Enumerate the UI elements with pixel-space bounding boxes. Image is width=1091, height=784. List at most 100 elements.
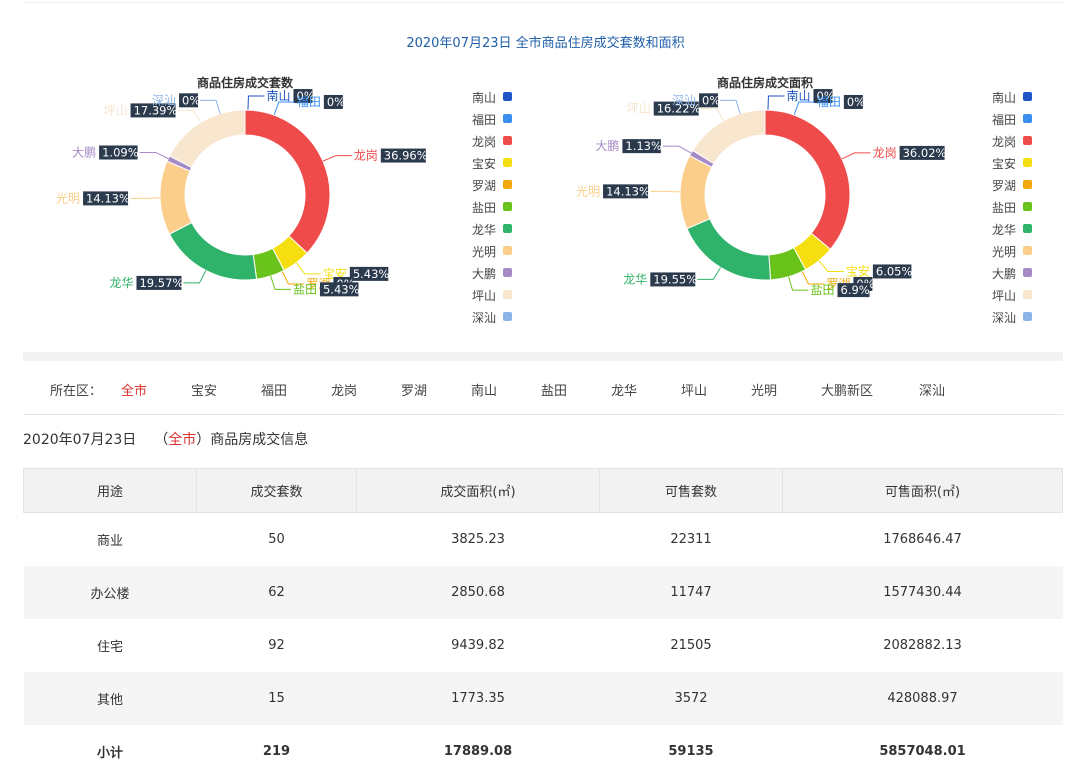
label-leader-line	[793, 101, 815, 116]
legend-pingshan-swatch[interactable]	[1023, 290, 1032, 299]
cell-deal-area: 2850.68	[356, 566, 600, 619]
legend-shenshan-label[interactable]: 深汕	[992, 311, 1016, 325]
legend-pingshan-label[interactable]: 坪山	[992, 289, 1016, 303]
legend-baoan-swatch[interactable]	[503, 158, 512, 167]
label-leader-line	[139, 151, 169, 159]
pie-slice-longgang[interactable]	[764, 109, 851, 250]
cell-available-units: 22311	[670, 532, 712, 547]
district-longgang[interactable]: 龙岗	[331, 380, 357, 399]
legend-futian-swatch[interactable]	[1023, 114, 1032, 123]
legend-pingshan-swatch[interactable]	[503, 290, 512, 299]
label-leader-line	[273, 101, 295, 116]
top-divider	[23, 2, 1063, 3]
pie-slice-guangming[interactable]	[159, 160, 193, 235]
pie-slice-pingshan[interactable]	[168, 109, 246, 169]
district-all[interactable]: 全市	[121, 380, 147, 399]
legend-yantian-swatch[interactable]	[1023, 202, 1032, 211]
chart-title: 商品住房成交套数	[197, 75, 294, 90]
legend-longhua-swatch[interactable]	[1023, 224, 1032, 233]
district-dapeng[interactable]: 大鹏新区	[821, 380, 873, 399]
legend-nanshan-swatch[interactable]	[1023, 92, 1032, 101]
pie-slice-longhua[interactable]	[168, 221, 258, 281]
slice-value-label: 6.05%	[876, 264, 913, 278]
info-title: 2020年07月23日 （全市）商品房成交信息	[23, 429, 308, 449]
legend-longgang-label[interactable]: 龙岗	[992, 135, 1016, 149]
legend-yantian-swatch[interactable]	[503, 202, 512, 211]
legend-baoan-swatch[interactable]	[1023, 158, 1032, 167]
slice-name-label: 龙岗	[354, 149, 378, 163]
label-leader-line	[177, 109, 202, 123]
legend-longhua-label[interactable]: 龙华	[472, 223, 496, 237]
legend-dapeng-label[interactable]: 大鹏	[472, 267, 496, 281]
legend-futian-swatch[interactable]	[503, 114, 512, 123]
legend-guangming-label[interactable]: 光明	[472, 245, 496, 259]
slice-value-label: 19.55%	[653, 272, 697, 286]
pie-slice-pingshan[interactable]	[691, 109, 766, 165]
legend-shenshan-swatch[interactable]	[503, 312, 512, 321]
slice-name-label: 盐田	[811, 283, 835, 297]
legend-luohu-label[interactable]: 罗湖	[472, 178, 496, 193]
legend-nanshan-label[interactable]: 南山	[992, 90, 1016, 105]
district-longhua[interactable]: 龙华	[611, 380, 637, 399]
legend-pingshan-label[interactable]: 坪山	[472, 289, 496, 303]
pie-slice-longhua[interactable]	[686, 218, 772, 281]
legend-dapeng-label[interactable]: 大鹏	[992, 267, 1016, 281]
slice-name-label: 坪山	[627, 102, 651, 116]
cell-deal-area: 3825.23	[451, 532, 505, 547]
transaction-table: 用途 成交套数 成交面积(㎡) 可售套数 可售面积(㎡) 商业 50 3825.…	[23, 468, 1063, 778]
legend-shenshan-label[interactable]: 深汕	[472, 311, 496, 325]
legend-baoan-label[interactable]: 宝安	[472, 156, 496, 171]
legend-nanshan-swatch[interactable]	[503, 92, 512, 101]
chart-panel-count: 商品住房成交套数南山0%福田0%龙岗36.96%宝安5.43%罗湖0%盐田5.4…	[20, 68, 540, 348]
district-yantian[interactable]: 盐田	[541, 380, 567, 399]
legend-longgang-swatch[interactable]	[503, 136, 512, 145]
legend-longhua-swatch[interactable]	[503, 224, 512, 233]
label-leader-line	[818, 260, 844, 272]
slice-value-label: 14.13%	[86, 191, 130, 205]
district-filter-label: 所在区：	[50, 384, 103, 399]
slice-name-label: 福田	[817, 94, 841, 109]
cell-usage: 住宅	[96, 640, 123, 655]
slice-name-label: 坪山	[104, 103, 128, 117]
district-futian[interactable]: 福田	[261, 380, 287, 399]
pie-slice-guangming[interactable]	[679, 155, 713, 230]
total-usage: 小计	[96, 746, 123, 761]
label-leader-line	[322, 155, 352, 162]
district-nanshan[interactable]: 南山	[471, 380, 497, 399]
slice-name-label: 福田	[297, 94, 321, 109]
legend-guangming-swatch[interactable]	[503, 246, 512, 255]
legend-baoan-label[interactable]: 宝安	[992, 156, 1016, 171]
cell-deal-units: 15	[196, 672, 357, 725]
district-pingshan[interactable]: 坪山	[681, 380, 707, 399]
legend-luohu-label[interactable]: 罗湖	[992, 178, 1016, 193]
legend-longhua-label[interactable]: 龙华	[992, 223, 1016, 237]
legend-luohu-swatch[interactable]	[1023, 180, 1032, 189]
legend-luohu-swatch[interactable]	[503, 180, 512, 189]
slice-value-label: 36.02%	[903, 146, 947, 160]
legend-guangming-label[interactable]: 光明	[992, 245, 1016, 259]
legend-futian-label[interactable]: 福田	[992, 112, 1016, 127]
legend-dapeng-swatch[interactable]	[1023, 268, 1032, 277]
pie-slice-longgang[interactable]	[244, 109, 331, 254]
legend-dapeng-swatch[interactable]	[503, 268, 512, 277]
cell-available-units: 3572	[599, 672, 783, 725]
slice-name-label: 龙岗	[873, 146, 897, 160]
legend-yantian-label[interactable]: 盐田	[472, 201, 496, 215]
legend-yantian-label[interactable]: 盐田	[992, 201, 1016, 215]
cell-available-area: 1577430.44	[782, 566, 1063, 619]
district-guangming[interactable]: 光明	[751, 380, 777, 399]
slice-value-label: 19.57%	[139, 276, 183, 290]
legend-longgang-label[interactable]: 龙岗	[472, 135, 496, 149]
legend-guangming-swatch[interactable]	[1023, 246, 1032, 255]
cell-usage: 其他	[23, 672, 197, 725]
legend-longgang-swatch[interactable]	[1023, 136, 1032, 145]
district-shenshan[interactable]: 深汕	[919, 380, 945, 399]
table-row: 其他 15 1773.35 3572 428088.97	[23, 672, 1063, 725]
slice-value-label: 0%	[327, 95, 345, 109]
legend-shenshan-swatch[interactable]	[1023, 312, 1032, 321]
district-luohu[interactable]: 罗湖	[401, 380, 427, 399]
legend-futian-label[interactable]: 福田	[472, 112, 496, 127]
legend-nanshan-label[interactable]: 南山	[472, 90, 496, 105]
district-baoan[interactable]: 宝安	[191, 380, 217, 399]
pie-chart-area: 商品住房成交面积南山0%福田0%龙岗36.02%宝安6.05%罗湖0%盐田6.9…	[576, 75, 1032, 325]
